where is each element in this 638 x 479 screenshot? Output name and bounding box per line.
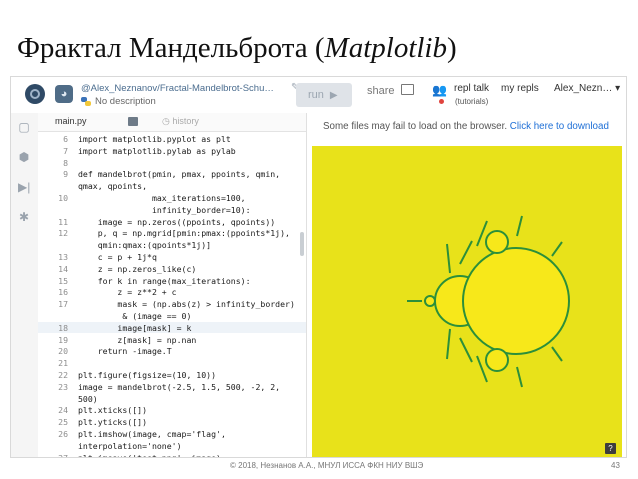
editor-scrollbar[interactable] — [300, 232, 304, 256]
notice-text: Some files may fail to load on the brows… — [323, 121, 510, 132]
line-number: 24 — [58, 405, 68, 416]
line-number: 21 — [58, 358, 68, 369]
files-icon[interactable]: ▢ — [18, 121, 30, 133]
run-label: run — [308, 89, 324, 101]
line-number: 25 — [58, 417, 68, 428]
line-number: 6 — [63, 134, 68, 144]
output-pane: Some files may fail to load on the brows… — [307, 113, 626, 457]
notification-dot — [439, 99, 444, 104]
code-line[interactable]: plt.imshow(image, cmap='flag', — [78, 429, 226, 439]
code-line[interactable]: return -image.T — [78, 346, 172, 356]
line-number: 10 — [58, 193, 68, 203]
line-number: 13 — [58, 252, 68, 262]
line-number: 26 — [58, 429, 68, 439]
download-link[interactable]: Click here to download — [510, 121, 609, 132]
repl-header: ◕ @Alex_Neznanov/Fractal-Mandelbrot-Schu… — [11, 77, 626, 114]
code-line[interactable]: interpolation='none') — [78, 441, 182, 451]
code-line[interactable]: image[mask] = k — [78, 323, 191, 333]
line-number: 16 — [58, 287, 68, 298]
slide-footer: © 2018, Незнанов А.А., МНУЛ ИССА ФКН НИУ… — [230, 461, 424, 470]
code-line[interactable]: def mandelbrot(pmin, pmax, ppoints, qmin… — [78, 169, 280, 179]
line-number: 7 — [63, 145, 68, 156]
code-line[interactable]: image = mandelbrot(-2.5, 1.5, 500, -2, 2… — [78, 382, 280, 392]
debugger-icon[interactable]: ▶| — [18, 181, 30, 193]
line-number: 22 — [58, 370, 68, 380]
people-icon: 👥 — [432, 83, 447, 97]
fractal-bulb-bottom — [485, 348, 509, 372]
tab-history[interactable]: ◷ history — [162, 116, 199, 127]
play-icon: ▶ — [329, 90, 338, 101]
line-number: 11 — [58, 216, 68, 227]
packages-icon[interactable]: ⬢ — [18, 151, 30, 163]
my-repls-link[interactable]: my repls — [501, 83, 539, 94]
code-line[interactable]: z[mask] = np.nan — [78, 335, 196, 345]
line-number: 20 — [58, 346, 68, 357]
user-avatar[interactable]: ◕ — [55, 85, 73, 103]
code-line[interactable]: max_iterations=100, — [78, 193, 246, 203]
code-line[interactable]: 500) — [78, 394, 98, 404]
code-line[interactable]: qmax, qpoints, — [78, 181, 147, 191]
fractal-cardioid — [462, 247, 570, 355]
help-button[interactable]: ? — [605, 443, 616, 454]
user-menu[interactable]: Alex_Nezn… ▾ — [554, 83, 620, 94]
code-line[interactable]: for k in range(max_iterations): — [78, 276, 251, 286]
line-number: 9 — [63, 169, 68, 180]
code-editor[interactable]: 6 import matplotlib.pyplot as plt 7 import … — [38, 132, 306, 457]
gear-icon[interactable]: ✱ — [18, 211, 30, 223]
line-number: 15 — [58, 275, 68, 286]
code-line[interactable]: image = np.zeros((ppoints, qpoints)) — [78, 217, 275, 227]
code-line[interactable]: infinity_border=10): — [78, 205, 251, 215]
mandelbrot-image — [312, 146, 622, 457]
browser-notice: Some files may fail to load on the brows… — [323, 121, 609, 132]
fractal-bulb-left — [424, 295, 436, 307]
code-line[interactable]: z = z**2 + c — [78, 287, 176, 297]
left-rail: ▢ ⬢ ▶| ✱ — [11, 113, 39, 457]
repl-name[interactable]: @Alex_Neznanov/Fractal-Mandelbrot-Schu… — [81, 83, 274, 94]
repl-description[interactable]: No description — [95, 96, 156, 107]
share-icon — [400, 84, 414, 95]
code-line[interactable]: import matplotlib.pylab as pylab — [78, 146, 236, 156]
code-line[interactable]: & (image == 0) — [78, 311, 191, 321]
line-number: 19 — [58, 334, 68, 345]
share-label: share — [367, 85, 395, 97]
slide-title: Фрактал Мандельброта (Matplotlib) — [17, 32, 457, 65]
code-line[interactable]: import matplotlib.pyplot as plt — [78, 134, 231, 144]
fractal-bulb-top — [485, 230, 509, 254]
slide-title-main: Фрактал Мандельброта ( — [17, 32, 325, 64]
page-number: 43 — [611, 461, 620, 470]
code-line[interactable]: plt.yticks([]) — [78, 417, 147, 427]
tutorials-link[interactable]: (tutorials) — [455, 97, 488, 106]
code-line[interactable]: qmin:qmax:(qpoints*1j)] — [78, 240, 211, 250]
history-label: history — [172, 116, 199, 126]
line-number: 17 — [58, 299, 68, 310]
code-line[interactable]: plt.figure(figsize=(10, 10)) — [78, 370, 216, 380]
line-number: 27 — [38, 453, 68, 457]
console-icon[interactable] — [128, 117, 138, 126]
line-number: 14 — [58, 263, 68, 274]
editor-tabs: main.py ◷ history — [38, 113, 306, 132]
code-line[interactable]: plt.imsave('test.png', image) — [78, 453, 221, 457]
python-icon — [81, 97, 91, 106]
run-button[interactable]: run ▶ — [296, 83, 352, 107]
line-number: 18 — [58, 322, 68, 333]
code-line[interactable]: mask = (np.abs(z) > infinity_border) — [78, 299, 294, 309]
code-line[interactable]: z = np.zeros_like(c) — [78, 264, 197, 274]
slide-title-italic: Matplotlib — [324, 32, 447, 64]
line-number: 12 — [58, 228, 68, 239]
repl-talk-link[interactable]: repl talk — [454, 83, 489, 94]
line-number: 23 — [58, 381, 68, 392]
replit-logo-icon[interactable] — [25, 84, 45, 104]
line-number: 8 — [63, 157, 68, 168]
code-line[interactable]: c = p + 1j*q — [78, 252, 157, 262]
slide-title-end: ) — [447, 32, 457, 64]
code-line[interactable]: p, q = np.mgrid[pmin:pmax:(ppoints*1j), — [78, 228, 290, 238]
code-line[interactable]: plt.xticks([]) — [78, 405, 147, 415]
repl-window: ◕ @Alex_Neznanov/Fractal-Mandelbrot-Schu… — [10, 76, 627, 458]
share-button[interactable]: share — [367, 84, 414, 97]
tab-main-py[interactable]: main.py — [55, 116, 87, 126]
